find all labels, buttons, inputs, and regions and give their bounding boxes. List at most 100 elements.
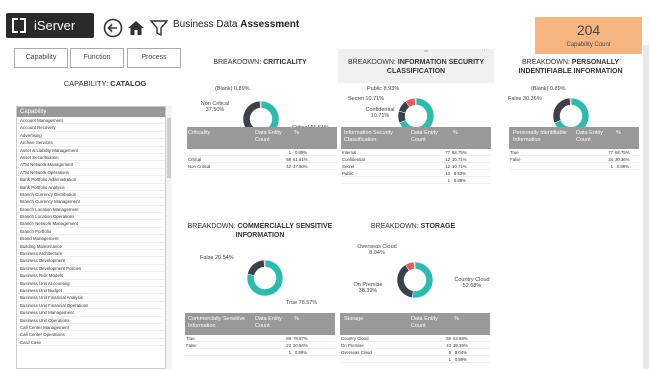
home-icon[interactable] (126, 18, 146, 38)
storage-header-col3[interactable]: % (454, 316, 470, 323)
list-item[interactable]: Account Management (17, 117, 165, 125)
drag-handle-icon[interactable]: ═ (424, 49, 428, 55)
list-item[interactable]: ATM Network Operations (17, 169, 165, 177)
list-item[interactable]: Business Risk Models (17, 272, 165, 280)
security-cell: Internal (342, 150, 357, 155)
pii-header-col1[interactable]: Personally Identifiable Information (513, 130, 571, 144)
list-item[interactable]: Card Case (17, 339, 165, 347)
list-item[interactable]: Bank Portfolio Analysis (17, 184, 165, 191)
list-item[interactable]: ATM Network Management (17, 161, 165, 169)
criticality-header-col1[interactable]: Criticality (188, 130, 246, 137)
storage-slice-3[interactable] (413, 261, 416, 270)
commercial-donut-chart[interactable] (246, 259, 284, 297)
list-item[interactable]: Business Architecture (17, 250, 165, 258)
security-header-col1[interactable]: Information Security Classification (344, 130, 402, 144)
list-item[interactable]: Branch Network Management (17, 220, 165, 228)
back-icon[interactable] (103, 18, 123, 38)
storage-cell: 1 (448, 357, 451, 362)
pii-slice-2[interactable] (569, 97, 572, 106)
iserver-logo[interactable]: iServer (6, 13, 94, 38)
list-item[interactable]: Business Development Policies (17, 265, 165, 273)
tab-capability[interactable]: Capability (14, 48, 68, 68)
list-item[interactable]: Business Unit Management (17, 309, 165, 317)
table-row[interactable]: Overseas Cloud 9 8.04% (340, 349, 490, 356)
commercial-header-col2[interactable]: Data Entity Count (255, 316, 291, 330)
page-scrollbar[interactable] (643, 45, 649, 369)
more-options-icon[interactable]: ··· (481, 47, 488, 54)
table-row[interactable]: True 88 78.57% (185, 335, 335, 342)
storage-table-header: Storage Data Entity Count% (340, 313, 490, 335)
list-item[interactable]: Advertising (17, 132, 165, 140)
list-item[interactable]: Branch Location Operations (17, 213, 165, 221)
list-item[interactable]: Branch Portfolio (17, 228, 165, 236)
list-item[interactable]: Branch Currency Management (17, 198, 165, 206)
criticality-slice-2[interactable] (259, 100, 262, 109)
list-item[interactable]: Call Center Management (17, 324, 165, 332)
table-row[interactable]: 1 0.89% (340, 356, 490, 363)
list-item[interactable]: Business Unit Budget (17, 287, 165, 295)
list-item[interactable]: Business Development (17, 257, 165, 265)
table-row[interactable]: Country Cloud 59 52.68% (340, 335, 490, 342)
storage-header-col1[interactable]: Storage (344, 316, 402, 323)
criticality-cell: 0.89% (294, 150, 307, 155)
security-header-col2[interactable]: Data Entity Count (411, 130, 447, 144)
table-row[interactable]: True 77 68.75% (509, 149, 639, 156)
storage-header-col2[interactable]: Data Entity Count (411, 316, 447, 330)
security-slice-4[interactable] (414, 97, 417, 106)
commercial-slice-1[interactable] (247, 259, 265, 276)
commercial-header-col1[interactable]: Commercially Sensitive Information (188, 316, 246, 330)
pii-cell: 1 (610, 164, 613, 169)
list-item[interactable]: Bank Portfolio Administration (17, 176, 165, 184)
table-row[interactable]: False 34 30.36% (509, 156, 639, 163)
table-row[interactable]: 1 0.89% (187, 149, 337, 156)
table-row[interactable]: 1 0.89% (185, 349, 335, 356)
list-item[interactable]: Building Maintenance (17, 243, 165, 251)
security-cell: Public (342, 171, 354, 176)
security-cell: 0.89% (453, 178, 466, 183)
table-row[interactable]: Secret 12 10.71% (341, 163, 491, 170)
table-row[interactable]: Internal 77 68.75% (341, 149, 491, 156)
commercial-slice-2[interactable] (263, 259, 266, 268)
security-header-col3[interactable]: % (453, 130, 469, 137)
storage-label-overseas: Overseas Cloud 8.04% (357, 244, 397, 256)
commercial-label-false: False 20.54% (200, 255, 234, 261)
list-header[interactable]: Capability (17, 107, 165, 117)
criticality-header-col3[interactable]: % (294, 130, 310, 137)
table-row[interactable]: 1 0.89% (509, 163, 639, 170)
list-item[interactable]: Asset & Liability Management (17, 147, 165, 154)
list-scrollbar[interactable] (166, 106, 172, 369)
list-item[interactable]: Brand Management (17, 235, 165, 243)
criticality-header-col2[interactable]: Data Entity Count (255, 130, 291, 144)
table-row[interactable]: Critical 69 61.61% (187, 156, 337, 163)
pii-header-col3[interactable]: % (616, 130, 632, 137)
list-item[interactable]: Business Unit Financial Operations (17, 302, 165, 310)
list-item[interactable]: Branch Location Management (17, 206, 165, 214)
commercial-table: Commercially Sensitive Information Data E… (185, 313, 335, 356)
list-item[interactable]: Asset Securitisation (17, 154, 165, 162)
security-table-header: Information Security Classification Data … (341, 127, 491, 149)
list-item[interactable]: Branch Currency Distribution (17, 191, 165, 199)
capability-list[interactable]: Capability Account Management Account Reco… (16, 106, 166, 369)
pii-cell: 68.75% (615, 150, 630, 155)
list-item[interactable]: Call Center Operations (17, 331, 165, 339)
table-row[interactable]: Confidential 12 10.71% (341, 156, 491, 163)
list-item[interactable]: Account Recovery (17, 124, 165, 132)
table-row[interactable]: Non Critical 42 37.50% (187, 163, 337, 170)
pii-header-col2[interactable]: Data Entity Count (576, 130, 612, 144)
list-item[interactable]: Business Unit Operations (17, 317, 165, 324)
storage-chart-title: BREAKDOWN: STORAGE (370, 223, 456, 230)
list-item[interactable]: Business Unit Financial Analysis (17, 294, 165, 302)
list-item[interactable]: Business Unit Accounting (17, 280, 165, 287)
tab-process[interactable]: Process (127, 48, 181, 68)
list-item[interactable]: Archive Services (17, 139, 165, 147)
table-row[interactable]: False 23 20.54% (185, 342, 335, 349)
filter-icon[interactable] (149, 18, 169, 38)
pii-label-blank: (Blank) 0.89% (531, 86, 566, 92)
tab-function[interactable]: Function (70, 48, 124, 68)
commercial-header-col3[interactable]: % (294, 316, 310, 323)
storage-donut-chart[interactable] (396, 261, 434, 299)
pii-slice-1[interactable] (552, 97, 571, 124)
table-row[interactable]: On Premise 43 38.39% (340, 342, 490, 349)
table-row[interactable]: 1 0.89% (341, 177, 491, 184)
table-row[interactable]: Public 10 8.93% (341, 170, 491, 177)
